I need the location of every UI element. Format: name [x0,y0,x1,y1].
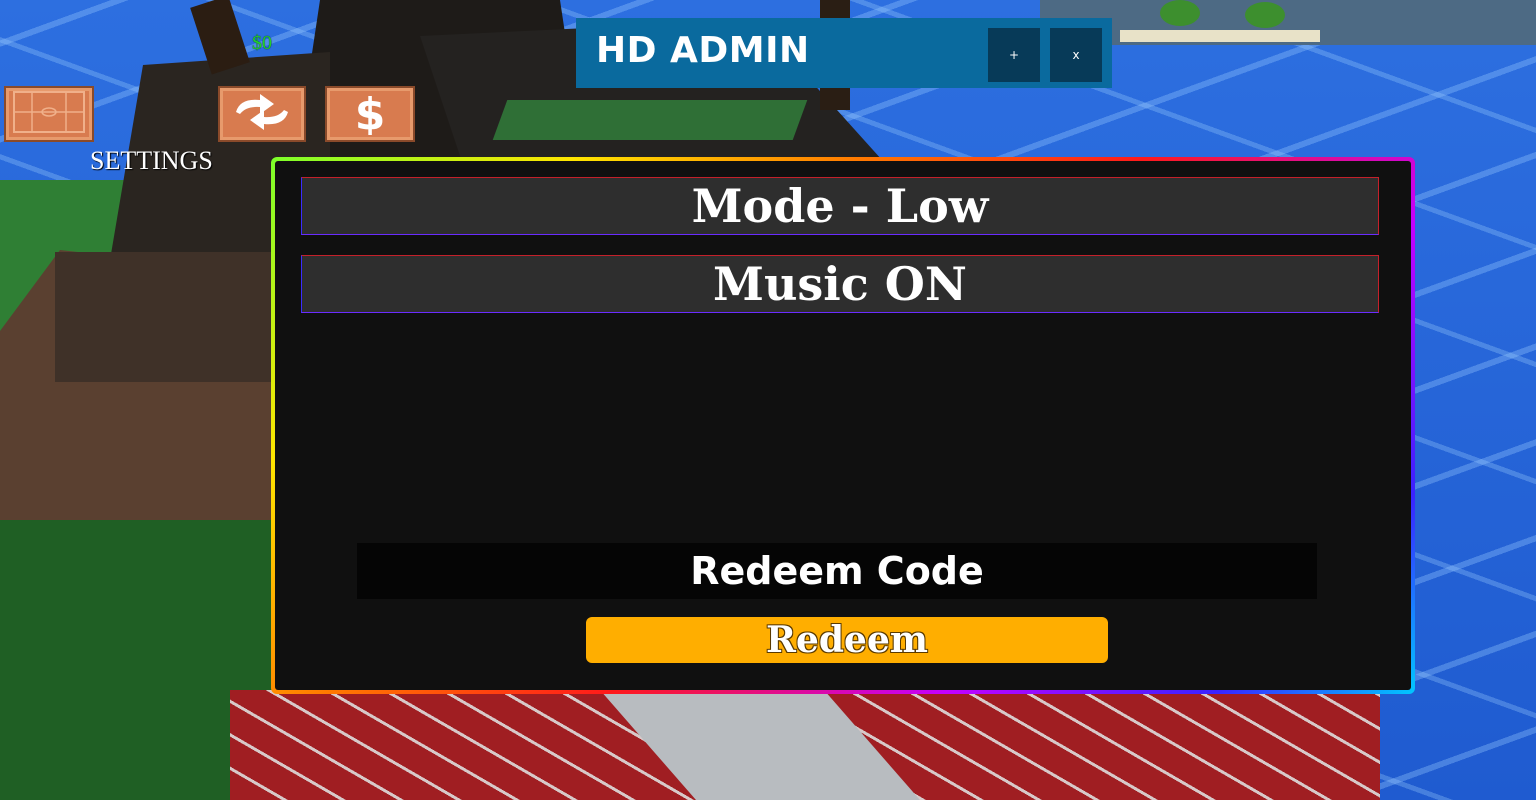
redeem-code-input[interactable]: Redeem Code [357,543,1317,599]
hd-admin-expand-button[interactable]: + [988,28,1040,82]
redeem-button[interactable]: Redeem [586,617,1108,663]
hd-admin-title: HD ADMIN [596,30,810,71]
settings-button[interactable] [4,86,94,142]
refresh-icon [230,92,294,136]
dirt-block [55,252,285,382]
grass-ledge [492,100,808,140]
distant-tree [1245,2,1285,28]
shop-button[interactable]: $ [325,86,415,142]
svg-text:$: $ [355,89,386,135]
settings-label: SETTINGS [90,146,213,175]
graphics-mode-toggle[interactable]: Mode - Low [301,177,1379,235]
distant-tree [1160,0,1200,26]
settings-panel: Mode - Low Music ON Redeem Code Redeem [271,157,1415,694]
hd-admin-bar: HD ADMIN + x [576,18,1112,88]
distant-beach [1120,30,1320,42]
dollar-icon: $ [346,89,394,140]
hd-admin-close-button[interactable]: x [1050,28,1102,82]
money-counter: $0 [252,32,272,54]
settings-board-icon [12,90,86,138]
refresh-button[interactable] [218,86,306,142]
music-toggle[interactable]: Music ON [301,255,1379,313]
settings-panel-body: Mode - Low Music ON Redeem Code Redeem [275,161,1411,690]
